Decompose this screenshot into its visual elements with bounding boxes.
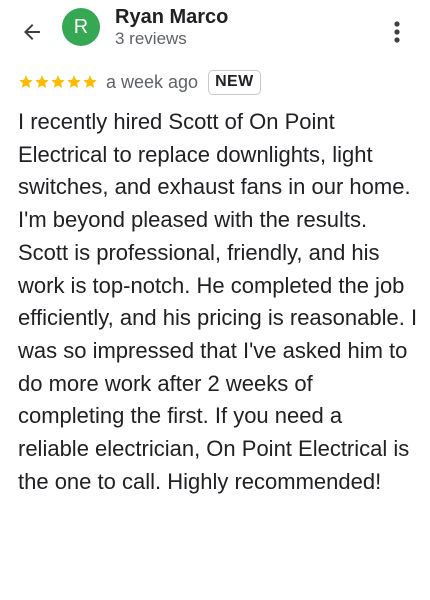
new-badge: NEW bbox=[208, 69, 261, 95]
star-icon bbox=[51, 75, 65, 88]
avatar-initial: R bbox=[73, 15, 89, 38]
star-icon bbox=[67, 75, 81, 88]
review-text: I recently hired Scott of On Point Elect… bbox=[18, 109, 418, 494]
arrow-left-icon bbox=[24, 24, 40, 40]
star-icon bbox=[35, 75, 49, 88]
more-options-button[interactable] bbox=[384, 16, 410, 48]
review-date: a week ago bbox=[106, 71, 199, 92]
review-header: R Ryan Marco 3 reviews bbox=[0, 0, 430, 64]
avatar[interactable]: R bbox=[62, 8, 100, 46]
more-vert-icon bbox=[394, 21, 400, 43]
reviewer-review-count: 3 reviews bbox=[115, 29, 187, 48]
star-icon bbox=[19, 75, 33, 88]
star-icon bbox=[83, 75, 97, 88]
star-rating bbox=[18, 74, 98, 90]
review-meta: a week ago NEW bbox=[18, 69, 261, 95]
reviewer-name[interactable]: Ryan Marco bbox=[115, 6, 228, 28]
back-button[interactable] bbox=[14, 14, 50, 50]
